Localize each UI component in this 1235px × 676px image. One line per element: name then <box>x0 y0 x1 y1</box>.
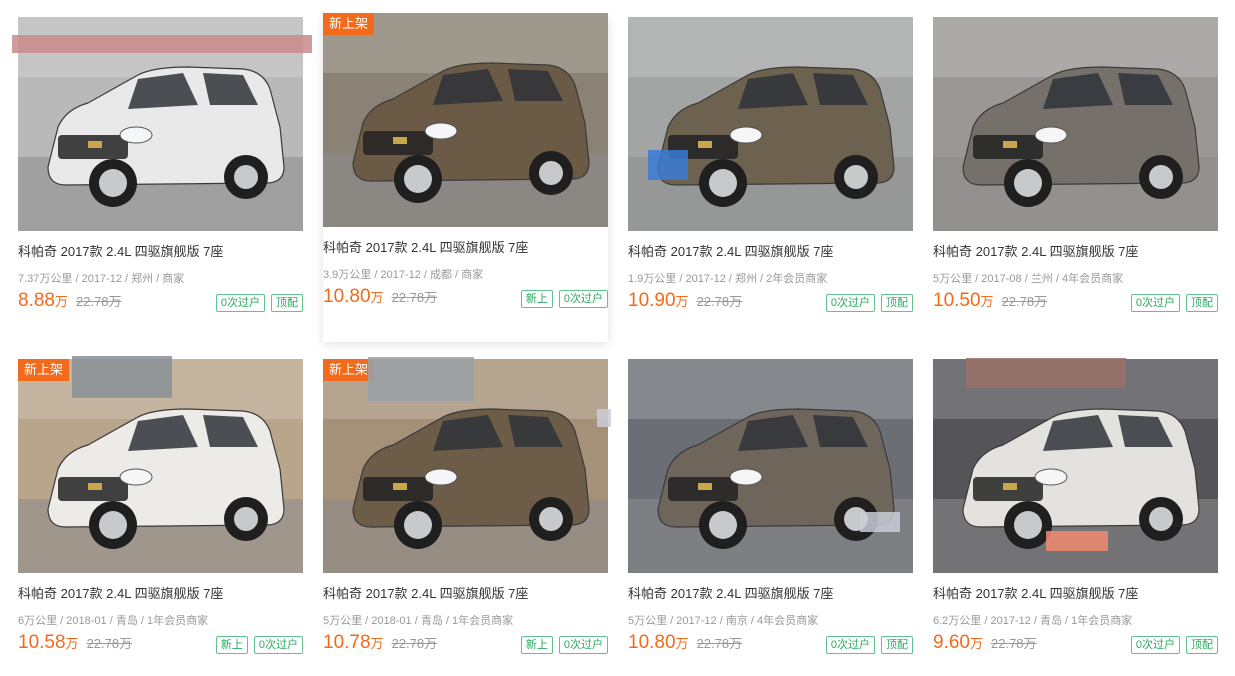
listing-title[interactable]: 科帕奇 2017款 2.4L 四驱旗舰版 7座 <box>18 583 223 602</box>
price-block: 10.78万 22.78万 <box>323 632 437 654</box>
listing-title[interactable]: 科帕奇 2017款 2.4L 四驱旗舰版 7座 <box>18 241 223 260</box>
listing-meta: 7.37万公里 / 2017-12 / 郑州 / 商家 <box>18 273 185 285</box>
listing-badge: 0次过户 <box>1130 294 1180 312</box>
privacy-redaction <box>1046 531 1108 551</box>
new-listing-tag: 新上架 <box>323 13 375 35</box>
listing-title[interactable]: 科帕奇 2017款 2.4L 四驱旗舰版 7座 <box>628 241 833 260</box>
badge-group: 0次过户 顶配 <box>1130 294 1218 312</box>
privacy-redaction <box>368 357 474 401</box>
listing-card[interactable]: 科帕奇 2017款 2.4L 四驱旗舰版 7座 7.37万公里 / 2017-1… <box>18 17 303 317</box>
sale-price: 10.78 <box>323 632 371 653</box>
price-block: 10.50万 22.78万 <box>933 290 1047 312</box>
price-block: 10.80万 22.78万 <box>323 286 437 308</box>
car-photo-illustration <box>323 13 608 227</box>
car-photo[interactable] <box>628 359 913 573</box>
listing-badge: 顶配 <box>881 294 913 312</box>
original-price: 22.78万 <box>391 636 438 651</box>
car-photo[interactable] <box>933 17 1218 231</box>
price-block: 10.80万 22.78万 <box>628 632 742 654</box>
listing-card[interactable]: 科帕奇 2017款 2.4L 四驱旗舰版 7座 5万公里 / 2017-08 /… <box>933 17 1218 317</box>
original-price: 22.78万 <box>86 636 133 651</box>
privacy-redaction <box>597 409 611 427</box>
original-price: 22.78万 <box>991 636 1037 651</box>
price-unit: 万 <box>65 636 79 651</box>
listing-badge: 新上 <box>215 636 248 654</box>
price-unit: 万 <box>980 294 994 309</box>
listing-title[interactable]: 科帕奇 2017款 2.4L 四驱旗舰版 7座 <box>323 237 528 256</box>
badge-group: 0次过户 顶配 <box>825 636 913 654</box>
listing-meta: 5万公里 / 2018-01 / 青岛 / 1年会员商家 <box>323 615 514 627</box>
new-listing-tag: 新上架 <box>323 359 375 381</box>
sale-price: 10.80 <box>628 632 676 653</box>
listing-card[interactable]: 科帕奇 2017款 2.4L 四驱旗舰版 7座 6.2万公里 / 2017-12… <box>933 359 1218 659</box>
listing-meta: 5万公里 / 2017-08 / 兰州 / 4年会员商家 <box>933 273 1124 285</box>
privacy-redaction <box>648 150 688 180</box>
listing-badge: 顶配 <box>1186 636 1218 654</box>
price-unit: 万 <box>675 636 689 651</box>
listing-badge: 0次过户 <box>825 294 875 312</box>
badge-group: 0次过户 顶配 <box>825 294 913 312</box>
new-listing-tag: 新上架 <box>18 359 70 381</box>
car-photo-illustration <box>628 17 913 231</box>
listing-badge: 0次过户 <box>215 294 265 312</box>
badge-group: 新上 0次过户 <box>520 290 608 308</box>
listing-card[interactable]: 新上架 科帕奇 2017款 2.4L 四驱旗舰版 7座 3.9万公里 / 201… <box>323 13 608 342</box>
listing-badge: 顶配 <box>1186 294 1218 312</box>
car-photo-illustration <box>933 17 1218 231</box>
listing-card[interactable]: 新上架 科帕奇 2017款 2.4L 四驱旗舰版 7座 6万公里 / 2018-… <box>18 359 303 659</box>
price-block: 8.88万 22.78万 <box>18 290 122 312</box>
listing-badge: 顶配 <box>881 636 913 654</box>
listing-badge: 0次过户 <box>558 636 608 654</box>
listing-meta: 3.9万公里 / 2017-12 / 成都 / 商家 <box>323 269 484 281</box>
listing-title[interactable]: 科帕奇 2017款 2.4L 四驱旗舰版 7座 <box>628 583 833 602</box>
listing-title[interactable]: 科帕奇 2017款 2.4L 四驱旗舰版 7座 <box>323 583 528 602</box>
listing-meta: 6.2万公里 / 2017-12 / 青岛 / 1年会员商家 <box>933 615 1133 627</box>
privacy-redaction <box>860 512 900 532</box>
original-price: 22.78万 <box>1001 294 1048 309</box>
original-price: 22.78万 <box>696 294 743 309</box>
badge-group: 新上 0次过户 <box>520 636 608 654</box>
price-unit: 万 <box>54 294 68 309</box>
badge-group: 0次过户 顶配 <box>1130 636 1218 654</box>
sale-price: 10.58 <box>18 632 66 653</box>
price-block: 9.60万 22.78万 <box>933 632 1037 654</box>
listing-meta: 1.9万公里 / 2017-12 / 郑州 / 2年会员商家 <box>628 273 828 285</box>
price-block: 10.90万 22.78万 <box>628 290 742 312</box>
listing-badge: 0次过户 <box>558 290 608 308</box>
listing-card[interactable]: 科帕奇 2017款 2.4L 四驱旗舰版 7座 5万公里 / 2017-12 /… <box>628 359 913 659</box>
price-unit: 万 <box>370 290 384 305</box>
original-price: 22.78万 <box>696 636 743 651</box>
badge-group: 0次过户 顶配 <box>215 294 303 312</box>
sale-price: 10.90 <box>628 290 676 311</box>
price-block: 10.58万 22.78万 <box>18 632 132 654</box>
price-unit: 万 <box>675 294 689 309</box>
price-unit: 万 <box>969 636 983 651</box>
listing-badge: 新上 <box>520 636 553 654</box>
listing-badge: 0次过户 <box>825 636 875 654</box>
sale-price: 10.80 <box>323 286 371 307</box>
privacy-redaction <box>72 356 172 398</box>
car-photo[interactable]: 新上架 <box>323 13 608 227</box>
listing-badge: 新上 <box>520 290 553 308</box>
listing-badge: 0次过户 <box>1130 636 1180 654</box>
sale-price: 8.88 <box>18 290 55 311</box>
car-photo-illustration <box>628 359 913 573</box>
listing-title[interactable]: 科帕奇 2017款 2.4L 四驱旗舰版 7座 <box>933 583 1138 602</box>
badge-group: 新上 0次过户 <box>215 636 303 654</box>
original-price: 22.78万 <box>391 290 438 305</box>
listing-meta: 5万公里 / 2017-12 / 南京 / 4年会员商家 <box>628 615 819 627</box>
listing-badge: 0次过户 <box>253 636 303 654</box>
listing-meta: 6万公里 / 2018-01 / 青岛 / 1年会员商家 <box>18 615 209 627</box>
sale-price: 9.60 <box>933 632 970 653</box>
original-price: 22.78万 <box>76 294 122 309</box>
privacy-redaction <box>12 35 312 53</box>
car-photo[interactable] <box>628 17 913 231</box>
listing-badge: 顶配 <box>271 294 303 312</box>
price-unit: 万 <box>370 636 384 651</box>
privacy-redaction <box>966 358 1126 388</box>
sale-price: 10.50 <box>933 290 981 311</box>
listing-title[interactable]: 科帕奇 2017款 2.4L 四驱旗舰版 7座 <box>933 241 1138 260</box>
listing-card[interactable]: 新上架 科帕奇 2017款 2.4L 四驱旗舰版 7座 5万公里 / 2018-… <box>323 359 608 659</box>
